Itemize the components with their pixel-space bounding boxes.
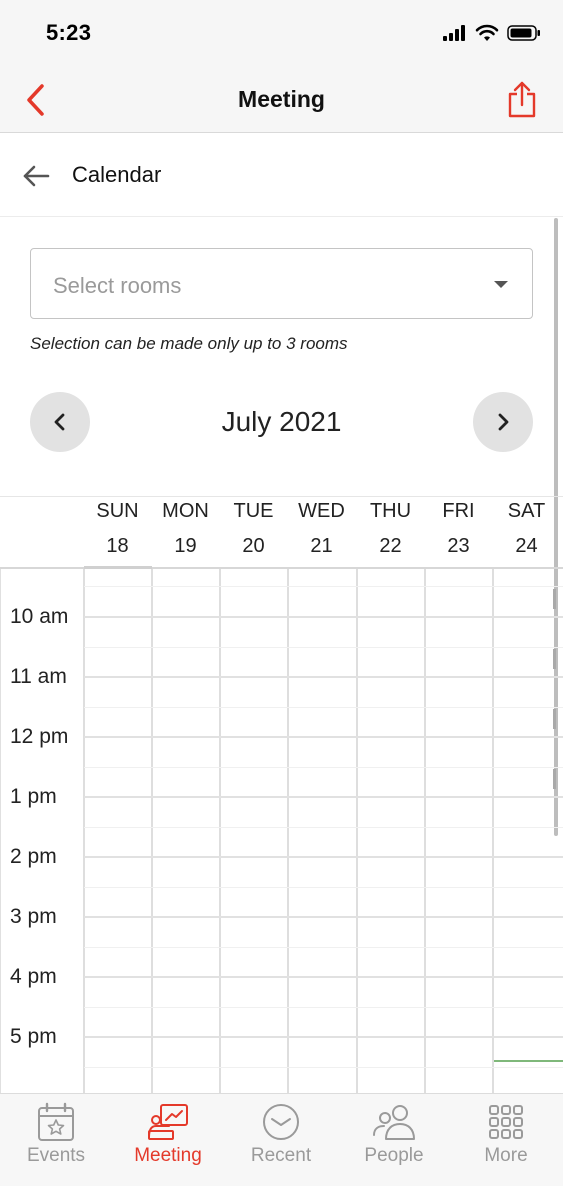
time-label: 4 pm <box>10 965 57 988</box>
grid-hour-line <box>84 976 563 978</box>
calendar-header: Calendar <box>0 134 563 217</box>
day-header-thu[interactable]: THU 22 <box>356 497 425 558</box>
day-header-wed[interactable]: WED 21 <box>287 497 356 558</box>
grid-hour-line <box>84 1036 563 1038</box>
status-time: 5:23 <box>46 20 92 45</box>
wifi-icon <box>475 24 499 41</box>
day-header-mon[interactable]: MON 19 <box>151 497 220 558</box>
day-name: THU <box>369 500 412 522</box>
grid-half-hour-line <box>84 586 563 587</box>
grid-half-hour-line <box>84 1067 563 1068</box>
arrow-left-icon <box>23 165 50 187</box>
tab-label: Recent <box>250 1145 312 1166</box>
nav-bar: Meeting <box>0 66 563 133</box>
day-header-tue[interactable]: TUE 20 <box>219 497 288 558</box>
day-header-sun[interactable]: SUN 18 <box>83 497 152 558</box>
day-name: MON <box>162 500 209 522</box>
time-label: 10 am <box>10 605 69 628</box>
time-grid[interactable]: 10 am 11 am 12 pm 1 pm 2 pm 3 pm 4 pm 5 … <box>0 569 563 1093</box>
calendar-back-button[interactable] <box>20 160 52 192</box>
people-icon <box>372 1100 416 1144</box>
status-icons <box>443 24 541 42</box>
day-number: 22 <box>379 535 402 557</box>
day-name: WED <box>298 500 345 522</box>
day-number: 18 <box>106 535 129 557</box>
grid-half-hour-line <box>84 887 563 888</box>
day-name: TUE <box>233 500 274 522</box>
share-icon <box>508 81 536 118</box>
week-header: SUN 18 MON 19 TUE 20 WED 21 THU 22 FRI 2… <box>0 496 563 569</box>
grid-border <box>0 569 1 1093</box>
page-title: Meeting <box>238 86 325 112</box>
grid-hour-line <box>84 736 563 738</box>
grid-half-hour-line <box>84 1007 563 1008</box>
calendar-title: Calendar <box>72 162 162 187</box>
grid-half-hour-line <box>84 647 563 648</box>
calendar-star-icon <box>34 1100 78 1144</box>
select-rooms-hint: Selection can be made only up to 3 rooms <box>30 334 348 353</box>
grid-hour-line <box>84 676 563 678</box>
grid-half-hour-line <box>84 827 563 828</box>
time-label: 11 am <box>10 665 67 688</box>
tab-meeting[interactable]: Meeting <box>112 1094 224 1186</box>
status-bar: 5:23 <box>0 0 563 66</box>
grid-edge-mark <box>553 769 556 789</box>
time-label: 5 pm <box>10 1025 57 1048</box>
grid-hour-line <box>84 616 563 618</box>
grid-half-hour-line <box>84 947 563 948</box>
day-number: 19 <box>174 535 197 557</box>
caret-down-icon <box>494 281 508 288</box>
select-rooms-placeholder: Select rooms <box>53 273 182 298</box>
tab-events[interactable]: Events <box>0 1094 112 1186</box>
tab-label: Events <box>26 1145 86 1166</box>
day-number: 21 <box>310 535 333 557</box>
time-label: 1 pm <box>10 785 57 808</box>
time-label: 2 pm <box>10 845 57 868</box>
battery-icon <box>507 25 540 41</box>
day-name: FRI <box>442 500 475 522</box>
grid-edge-mark <box>553 589 556 609</box>
day-header-fri[interactable]: FRI 23 <box>424 497 493 558</box>
tab-people[interactable]: People <box>338 1094 450 1186</box>
tab-recent[interactable]: Recent <box>225 1094 337 1186</box>
grid-edge-mark <box>553 709 556 729</box>
day-header-sat[interactable]: SAT 24 <box>492 497 561 558</box>
tab-bar: Events Meeting Recent People More <box>0 1093 563 1186</box>
grid-edge-mark <box>553 649 556 669</box>
tab-label: People <box>364 1145 424 1166</box>
grid-hour-line <box>84 856 563 858</box>
day-name: SAT <box>507 500 546 522</box>
tab-label: More <box>484 1145 528 1166</box>
presentation-icon <box>146 1100 190 1144</box>
current-time-indicator <box>494 1060 563 1062</box>
share-button[interactable] <box>503 79 541 121</box>
day-number: 23 <box>447 535 470 557</box>
time-label: 12 pm <box>10 725 69 748</box>
chevron-right-icon <box>498 413 509 431</box>
grid-hour-line <box>84 796 563 798</box>
next-month-button[interactable] <box>473 392 533 452</box>
signal-icon <box>443 25 465 41</box>
tab-more[interactable]: More <box>450 1094 562 1186</box>
clock-icon <box>259 1100 303 1144</box>
tab-label: Meeting <box>134 1145 202 1166</box>
grid-hour-line <box>84 916 563 918</box>
day-name: SUN <box>96 500 139 522</box>
select-rooms-dropdown[interactable]: Select rooms <box>30 248 533 319</box>
time-label: 3 pm <box>10 905 57 928</box>
grid-half-hour-line <box>84 707 563 708</box>
grid-icon <box>484 1100 528 1144</box>
day-number: 24 <box>515 535 538 557</box>
grid-half-hour-line <box>84 767 563 768</box>
day-number: 20 <box>242 535 265 557</box>
